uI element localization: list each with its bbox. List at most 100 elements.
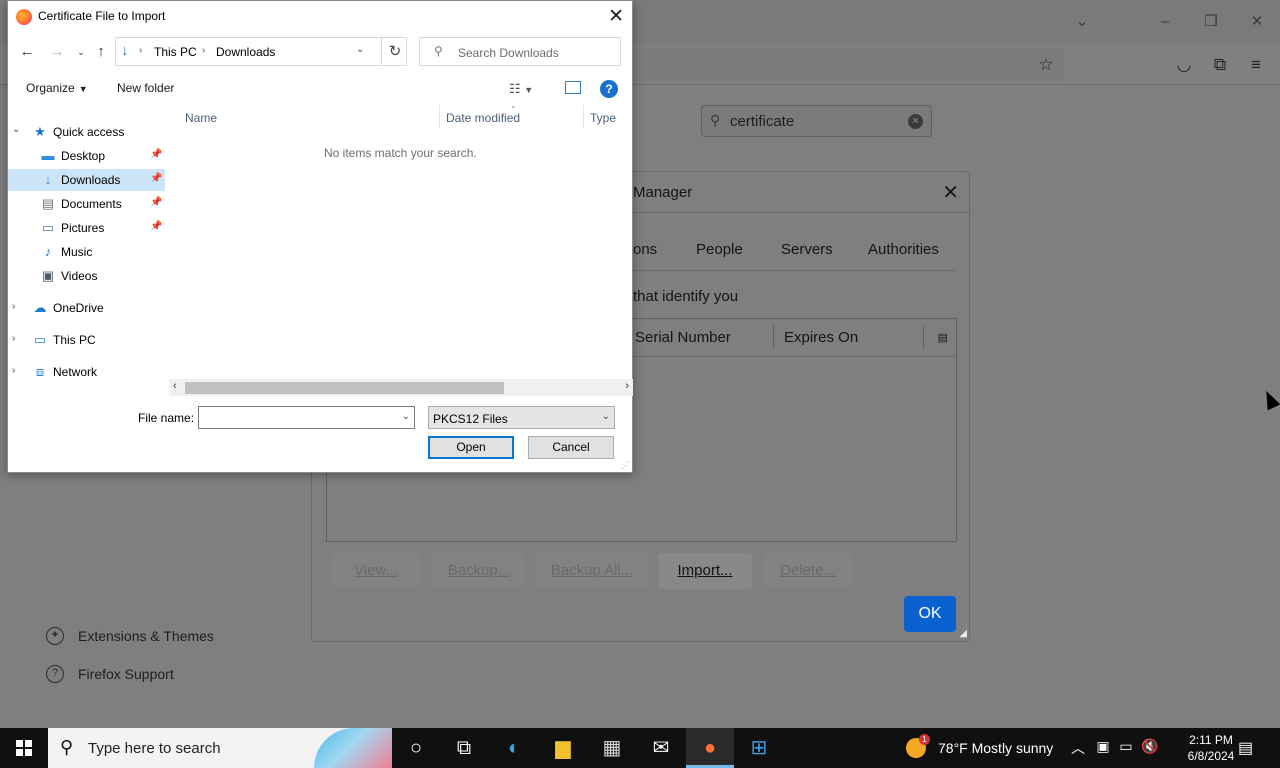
tree-item-videos[interactable]: ▣ Videos xyxy=(8,265,165,287)
view-button[interactable]: View... xyxy=(330,553,422,589)
show-hidden-icons-icon[interactable]: ︿ xyxy=(1068,738,1088,758)
edge-icon[interactable]: ◐ xyxy=(490,728,538,768)
pin-icon: 📌 xyxy=(150,173,163,184)
scroll-right-icon[interactable]: › xyxy=(625,380,629,392)
dialog-title: Certificate File to Import xyxy=(38,9,166,23)
store-icon[interactable]: ▦ xyxy=(588,728,636,768)
file-name-input[interactable]: ⌄ xyxy=(198,406,415,429)
windows-app-icon[interactable]: ⊞ xyxy=(735,728,783,768)
taskbar-search-input[interactable]: ⚲ Type here to search xyxy=(48,728,392,768)
restore-icon[interactable]: ❐ xyxy=(1199,10,1223,34)
scroll-left-icon[interactable]: ‹ xyxy=(173,380,177,392)
tree-item-network[interactable]: › ⧈ Network xyxy=(8,361,165,383)
backup-button[interactable]: Backup... xyxy=(432,553,526,589)
column-expires-on[interactable]: Expires On xyxy=(784,329,858,346)
new-folder-button[interactable]: New folder xyxy=(117,81,174,95)
backup-all-button[interactable]: Backup All... xyxy=(536,553,648,589)
firefox-taskbar-icon[interactable]: ● xyxy=(686,728,734,768)
tab-list-icon[interactable]: ⌄ xyxy=(1070,10,1094,34)
url-bar[interactable] xyxy=(620,48,1064,81)
back-arrow-icon[interactable]: ← xyxy=(16,41,38,63)
chevron-down-icon[interactable]: ⌄ xyxy=(356,44,364,55)
clear-search-icon[interactable]: × xyxy=(908,114,923,129)
start-button[interactable] xyxy=(0,728,48,768)
tree-item-desktop[interactable]: ▬ Desktop 📌 xyxy=(8,145,165,167)
weather-widget[interactable]: 1 78°F Mostly sunny xyxy=(906,728,1053,768)
column-name[interactable]: Name xyxy=(185,111,217,125)
ok-button[interactable]: OK xyxy=(904,596,956,632)
computer-icon: ▭ xyxy=(33,332,47,347)
delete-button[interactable]: Delete... xyxy=(762,553,854,589)
sidebar-item-label: Firefox Support xyxy=(78,666,174,682)
pocket-icon[interactable]: ◡ xyxy=(1172,53,1196,77)
settings-search-input[interactable]: ⚲ certificate × xyxy=(701,105,932,137)
network-status-icon[interactable]: ▭ xyxy=(1116,738,1136,755)
chevron-right-icon[interactable]: › xyxy=(12,333,15,344)
resize-grip-icon[interactable]: ⋰ xyxy=(621,460,630,471)
tree-item-pictures[interactable]: ▭ Pictures 📌 xyxy=(8,217,165,239)
forward-arrow-icon[interactable]: → xyxy=(46,41,68,63)
close-icon[interactable]: ✕ xyxy=(942,180,959,205)
chevron-right-icon[interactable]: › xyxy=(139,45,142,56)
column-serial-number[interactable]: Serial Number xyxy=(635,329,731,346)
cortana-icon[interactable]: ○ xyxy=(392,728,440,768)
help-icon[interactable]: ? xyxy=(600,80,618,98)
recent-locations-icon[interactable]: ⌄ xyxy=(70,41,92,63)
import-button[interactable]: Import... xyxy=(658,553,752,589)
breadcrumb-this-pc[interactable]: This PC xyxy=(154,45,197,59)
column-type[interactable]: Type xyxy=(590,111,616,125)
breadcrumb-downloads[interactable]: Downloads xyxy=(216,45,275,59)
tab-authorities[interactable]: Authorities xyxy=(868,241,939,258)
tree-item-documents[interactable]: ▤ Documents 📌 xyxy=(8,193,165,215)
tree-item-this-pc[interactable]: › ▭ This PC xyxy=(8,329,165,351)
refresh-icon[interactable]: ↻ xyxy=(381,38,408,65)
tab-people[interactable]: People xyxy=(696,241,743,258)
column-picker-icon[interactable]: ▤ xyxy=(938,331,948,344)
scrollbar-thumb[interactable] xyxy=(185,382,504,394)
clock[interactable]: 2:11 PM 6/8/2024 xyxy=(1180,732,1242,764)
chevron-right-icon[interactable]: › xyxy=(12,365,15,376)
tree-item-downloads[interactable]: ↓ Downloads 📌 xyxy=(8,169,165,191)
tab-your-certificates[interactable]: ons xyxy=(633,241,657,258)
volume-muted-icon[interactable]: 🔇 xyxy=(1140,738,1160,755)
search-input[interactable]: ⚲ Search Downloads xyxy=(419,37,621,66)
chevron-down-icon[interactable]: ⌄ xyxy=(12,124,20,135)
weather-text: 78°F Mostly sunny xyxy=(938,740,1054,756)
chevron-down-icon[interactable]: ⌄ xyxy=(402,411,410,422)
close-window-icon[interactable]: ✕ xyxy=(1245,10,1269,34)
tree-item-music[interactable]: ♪ Music xyxy=(8,241,165,263)
file-explorer-icon[interactable]: ▆ xyxy=(539,728,587,768)
tree-item-label: Videos xyxy=(61,269,98,283)
change-view-icon[interactable]: ☷ ▼ xyxy=(509,81,533,97)
file-type-select[interactable]: PKCS12 Files ⌄ xyxy=(428,406,615,429)
organize-menu-button[interactable]: Organize ▼ xyxy=(26,81,88,95)
task-view-icon[interactable]: ⧉ xyxy=(440,728,488,768)
chevron-right-icon[interactable]: › xyxy=(12,301,15,312)
bookmark-star-icon[interactable]: ☆ xyxy=(1034,53,1058,77)
up-arrow-icon[interactable]: ↑ xyxy=(90,41,112,63)
search-icon: ⚲ xyxy=(60,737,74,757)
tree-item-onedrive[interactable]: › ☁ OneDrive xyxy=(8,297,165,319)
address-bar[interactable]: ↓ › This PC › Downloads ⌄ ↻ xyxy=(115,37,407,66)
close-icon[interactable]: ✕ xyxy=(608,5,624,28)
chevron-right-icon[interactable]: › xyxy=(202,45,205,56)
preview-pane-icon[interactable] xyxy=(565,81,581,94)
sidebar-extensions-themes[interactable]: ✦ Extensions & Themes xyxy=(46,624,214,648)
sidebar-firefox-support[interactable]: ? Firefox Support xyxy=(46,662,174,686)
extensions-icon[interactable]: ⧉ xyxy=(1208,53,1232,77)
mail-icon[interactable]: ✉ xyxy=(637,728,685,768)
notifications-icon[interactable]: ▤ xyxy=(1238,738,1253,758)
minimize-icon[interactable]: – xyxy=(1153,10,1177,34)
tree-item-quick-access[interactable]: ⌄ ★ Quick access xyxy=(8,121,165,143)
menu-icon[interactable]: ≡ xyxy=(1244,53,1268,77)
meet-now-icon[interactable]: ▣ xyxy=(1093,738,1113,755)
cancel-button[interactable]: Cancel xyxy=(528,436,614,459)
horizontal-scrollbar[interactable]: ‹ › xyxy=(169,379,633,396)
video-icon: ▣ xyxy=(41,268,55,283)
tab-servers[interactable]: Servers xyxy=(781,241,833,258)
music-icon: ♪ xyxy=(44,244,52,259)
open-button[interactable]: Open xyxy=(428,436,514,459)
resize-grip-icon[interactable]: ◢ xyxy=(959,628,967,639)
chevron-down-icon[interactable]: ⌄ xyxy=(602,411,610,422)
column-date-modified[interactable]: Date modified xyxy=(446,111,520,125)
